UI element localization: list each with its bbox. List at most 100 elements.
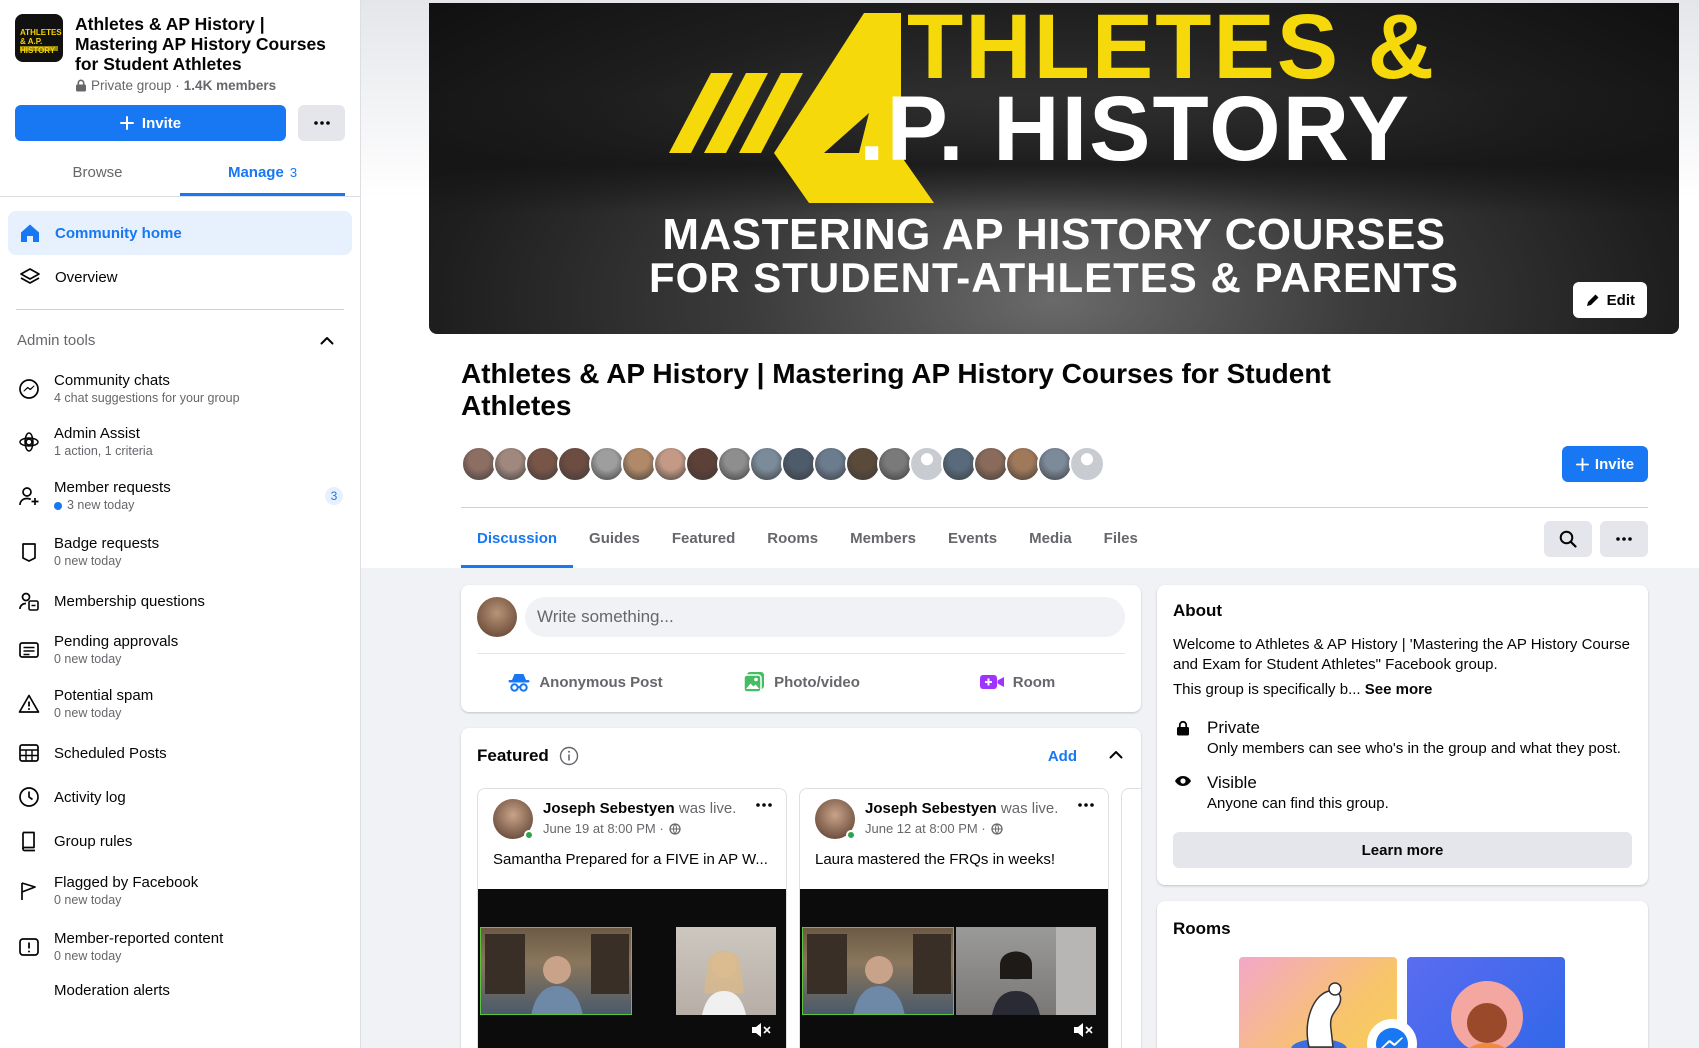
member-avatar[interactable] [557, 446, 593, 482]
more-dots-icon[interactable] [756, 803, 772, 807]
invite-label: Invite [141, 114, 182, 132]
member-avatar[interactable] [525, 446, 561, 482]
tool-admin-assist[interactable]: Admin Assist 1 action, 1 criteria [0, 416, 360, 467]
member-avatar[interactable] [685, 446, 721, 482]
member-avatar[interactable] [973, 446, 1009, 482]
featured-post[interactable]: Joseph Sebestyen was live. June 12 at 8:… [799, 788, 1109, 1048]
search-icon [1559, 530, 1577, 548]
tab-rooms[interactable]: Rooms [751, 508, 834, 568]
more-dots-icon [313, 121, 330, 125]
member-avatar[interactable] [813, 446, 849, 482]
tool-membership-questions[interactable]: Membership questions [0, 579, 360, 623]
member-avatar[interactable] [717, 446, 753, 482]
tool-activity-log[interactable]: Activity log [0, 775, 360, 819]
member-avatar[interactable] [749, 446, 785, 482]
member-avatar[interactable] [909, 446, 945, 482]
anonymous-post-button[interactable]: Anonymous Post [477, 660, 693, 704]
post-date[interactable]: June 19 at 8:00 PM · [543, 821, 664, 836]
member-avatar[interactable] [941, 446, 977, 482]
member-avatars[interactable] [461, 446, 1105, 482]
sidebar-invite-button[interactable]: Invite [15, 105, 286, 141]
separator: · [175, 78, 180, 93]
tool-group-rules[interactable]: Group rules [0, 819, 360, 863]
member-avatar[interactable] [1037, 446, 1073, 482]
action-label: Anonymous Post [539, 673, 663, 691]
tool-potential-spam[interactable]: Potential spam 0 new today [0, 677, 360, 731]
tool-community-chats[interactable]: Community chats 4 chat suggestions for yo… [0, 362, 360, 416]
tool-member-reported-content[interactable]: Member-reported content 0 new today [0, 919, 360, 975]
tab-media[interactable]: Media [1013, 508, 1088, 568]
tool-moderation-alerts[interactable]: Moderation alerts [0, 975, 360, 1015]
tab-browse[interactable]: Browse [15, 149, 180, 196]
info-icon[interactable] [559, 746, 579, 766]
questions-icon [17, 589, 41, 613]
member-avatar[interactable] [877, 446, 913, 482]
tab-members[interactable]: Members [834, 508, 932, 568]
tool-member-requests[interactable]: Member requests 3 new today 3 [0, 467, 360, 525]
group-thumbnail[interactable]: ATHLETES & A.P. HISTORY [15, 14, 63, 62]
video-thumbnail[interactable] [478, 889, 786, 1048]
member-avatar[interactable] [781, 446, 817, 482]
header-invite-button[interactable]: Invite [1562, 446, 1648, 482]
write-something-input[interactable]: Write something... [525, 597, 1125, 637]
member-count[interactable]: 1.4K members [184, 78, 276, 93]
featured-add-link[interactable]: Add [1048, 748, 1077, 765]
featured-title: Featured [477, 746, 549, 765]
admin-tools-header[interactable]: Admin tools [0, 320, 360, 360]
group-more-button[interactable] [1600, 521, 1648, 557]
mute-icon[interactable] [1072, 1021, 1094, 1039]
search-group-button[interactable] [1544, 521, 1592, 557]
rooms-card: Rooms [1157, 901, 1648, 1048]
member-avatar[interactable] [1005, 446, 1041, 482]
group-header: ATHLETES & A.P. HISTORY Athletes & AP Hi… [0, 0, 360, 93]
tab-manage[interactable]: Manage 3 [180, 149, 345, 196]
member-avatar[interactable] [845, 446, 881, 482]
tab-events[interactable]: Events [932, 508, 1013, 568]
chevron-up-icon[interactable] [1109, 750, 1123, 759]
member-avatar[interactable] [493, 446, 529, 482]
mute-icon[interactable] [750, 1021, 772, 1039]
tool-pending-approvals[interactable]: Pending approvals 0 new today [0, 623, 360, 677]
privacy-row: Private Only members can see who's in the… [1173, 718, 1621, 757]
learn-more-button[interactable]: Learn more [1173, 832, 1632, 868]
privacy-text: Private group [91, 78, 172, 93]
featured-post[interactable]: Joseph Sebestyen was live. June 19 at 8:… [477, 788, 787, 1048]
tool-badge-requests[interactable]: Badge requests 0 new today [0, 525, 360, 579]
featured-post-peek[interactable] [1121, 788, 1141, 1048]
home-icon [18, 221, 42, 245]
tab-discussion[interactable]: Discussion [461, 508, 574, 568]
sidebar-more-button[interactable] [298, 105, 345, 141]
tab-files[interactable]: Files [1088, 508, 1154, 568]
see-more-link[interactable]: See more [1365, 681, 1433, 698]
user-avatar[interactable] [477, 597, 517, 637]
video-frame-host [802, 927, 954, 1015]
member-avatar[interactable] [653, 446, 689, 482]
tool-flagged-by-facebook[interactable]: Flagged by Facebook 0 new today [0, 863, 360, 919]
edit-cover-button[interactable]: Edit [1572, 282, 1647, 318]
tool-label: Badge requests [54, 535, 160, 552]
tool-label: Potential spam [54, 687, 154, 704]
member-avatar[interactable] [589, 446, 625, 482]
more-dots-icon[interactable] [1078, 803, 1094, 807]
post-status: was live. [678, 800, 737, 817]
post-date[interactable]: June 12 at 8:00 PM · [865, 821, 986, 836]
member-avatar[interactable] [621, 446, 657, 482]
nav-overview[interactable]: Overview [8, 255, 352, 299]
messenger-icon [1376, 1028, 1408, 1048]
video-thumbnail[interactable] [800, 889, 1108, 1048]
tab-guides[interactable]: Guides [573, 508, 656, 568]
tool-sub: 3 new today [67, 498, 135, 512]
photo-video-button[interactable]: Photo/video [693, 660, 909, 704]
layers-icon [18, 265, 42, 289]
member-avatar[interactable] [1069, 446, 1105, 482]
tool-label: Community chats [54, 372, 170, 389]
tab-featured[interactable]: Featured [656, 508, 751, 568]
group-title[interactable]: Athletes & AP History | Mastering AP His… [75, 14, 345, 74]
invite-label: Invite [1594, 455, 1635, 473]
author-name[interactable]: Joseph Sebestyen [543, 800, 675, 817]
author-name[interactable]: Joseph Sebestyen [865, 800, 997, 817]
tool-scheduled-posts[interactable]: Scheduled Posts [0, 731, 360, 775]
nav-community-home[interactable]: Community home [8, 211, 352, 255]
member-avatar[interactable] [461, 446, 497, 482]
room-button[interactable]: Room [909, 660, 1125, 704]
